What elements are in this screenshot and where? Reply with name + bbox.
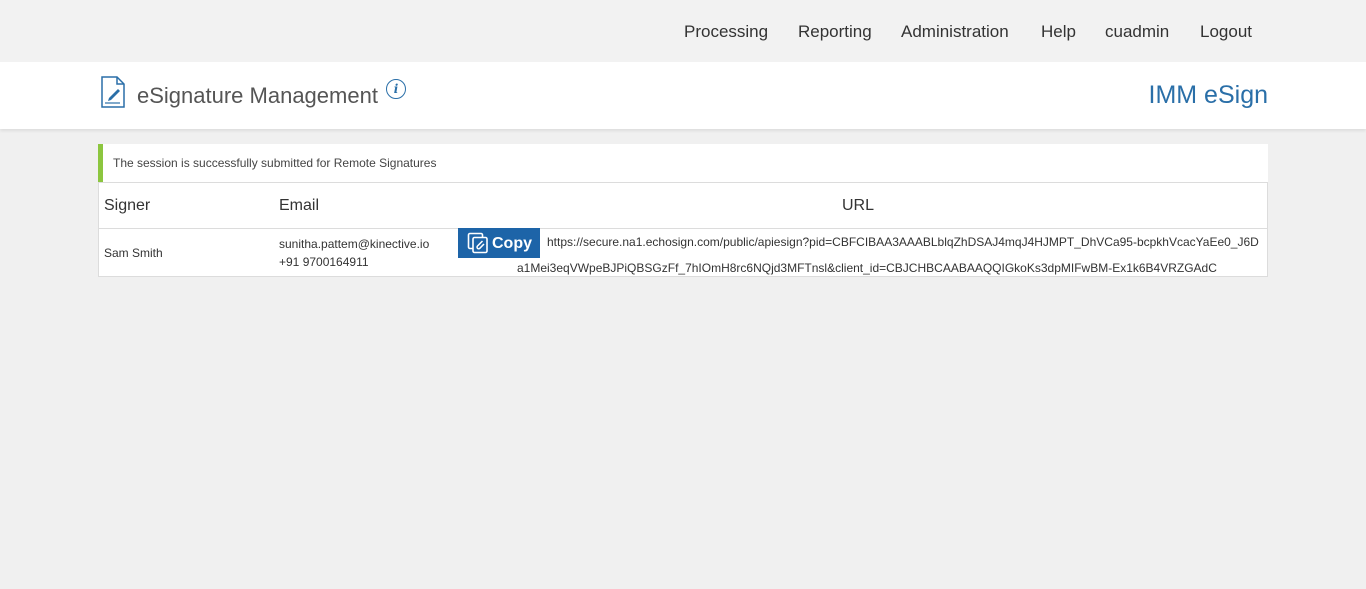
alert-message: The session is successfully submitted fo…: [113, 156, 437, 170]
nav-logout[interactable]: Logout: [1200, 22, 1252, 42]
info-icon[interactable]: i: [386, 79, 406, 99]
signers-table: Signer Email URL Sam Smith sunitha.patte…: [98, 182, 1268, 277]
column-header-signer: Signer: [104, 197, 151, 214]
signer-email: sunitha.pattem@kinective.io: [279, 237, 430, 251]
top-nav: Processing Reporting Administration Help…: [0, 0, 1366, 62]
signer-name: Sam Smith: [104, 246, 163, 260]
document-signature-icon: [101, 76, 125, 108]
table-header: Signer Email URL: [99, 183, 1267, 229]
nav-user-cuadmin[interactable]: cuadmin: [1105, 22, 1169, 42]
signer-phone: +91 9700164911: [279, 255, 369, 269]
success-alert: The session is successfully submitted fo…: [98, 144, 1268, 182]
column-header-url: URL: [842, 197, 875, 214]
nav-administration[interactable]: Administration: [901, 22, 1009, 42]
column-header-email: Email: [279, 197, 320, 214]
copy-icon: [467, 232, 488, 254]
signing-url-line-2: a1Mei3eqVWpeBJPiQBSGzFf_7hIOmH8rc6NQjd3M…: [517, 261, 1217, 275]
copy-url-button[interactable]: Copy: [458, 228, 540, 258]
signing-url-line-1: https://secure.na1.echosign.com/public/a…: [547, 235, 1259, 249]
nav-processing[interactable]: Processing: [684, 22, 768, 42]
nav-reporting[interactable]: Reporting: [798, 22, 872, 42]
nav-help[interactable]: Help: [1041, 22, 1076, 42]
page-title: eSignature Management: [137, 83, 378, 108]
page-header: eSignature Management i IMM eSign: [0, 62, 1366, 129]
brand-logo-text: IMM eSign: [1148, 81, 1268, 109]
copy-button-label: Copy: [492, 235, 532, 252]
